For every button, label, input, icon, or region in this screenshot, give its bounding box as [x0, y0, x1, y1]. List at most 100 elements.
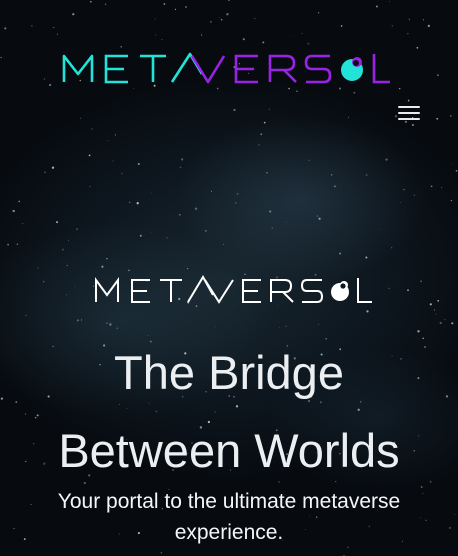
star: [394, 115, 398, 118]
star: [417, 330, 420, 333]
star: [348, 116, 350, 118]
star: [211, 190, 212, 192]
star: [450, 115, 452, 117]
star: [333, 185, 336, 188]
star: [340, 25, 343, 27]
hero-title-line2: Between Worlds: [58, 424, 400, 477]
star: [437, 299, 440, 302]
star: [402, 189, 404, 191]
star: [285, 325, 287, 327]
star: [353, 91, 356, 94]
star: [258, 144, 260, 146]
star: [268, 108, 270, 110]
star: [161, 38, 163, 40]
star: [307, 42, 310, 45]
star: [179, 166, 182, 169]
star: [439, 321, 442, 325]
star: [365, 256, 368, 259]
star: [61, 248, 64, 251]
star: [160, 552, 163, 554]
star: [407, 99, 410, 102]
star: [43, 78, 46, 80]
star: [150, 231, 152, 233]
star: [441, 187, 443, 189]
star: [101, 265, 104, 268]
star: [436, 117, 439, 120]
star: [133, 88, 135, 89]
star: [55, 221, 59, 224]
star: [223, 243, 225, 245]
star: [12, 209, 15, 213]
star: [166, 237, 168, 239]
logo-letter-l: [372, 54, 390, 84]
star: [185, 6, 187, 8]
star: [109, 323, 112, 326]
logo-letter-m: [62, 54, 94, 82]
logo-letter-t: [140, 54, 166, 82]
star: [163, 3, 166, 5]
star: [219, 17, 221, 19]
star: [194, 207, 198, 210]
star: [210, 21, 212, 23]
hero-logo: [95, 275, 372, 304]
star: [76, 228, 79, 231]
logo-letter-v: [190, 55, 226, 84]
star: [366, 310, 369, 313]
hero-title-line1: The Bridge: [114, 346, 344, 399]
star: [0, 56, 2, 59]
header-logo[interactable]: [62, 50, 392, 86]
hero-page: The Bridge Between Worlds Your portal to…: [0, 0, 458, 556]
star: [116, 327, 119, 329]
hero-title: The Bridge Between Worlds: [0, 334, 458, 490]
logo-letter-r: [268, 54, 297, 83]
star: [4, 27, 7, 30]
star: [120, 46, 122, 48]
star: [51, 166, 55, 169]
star: [317, 12, 320, 14]
star: [316, 215, 319, 217]
star: [433, 309, 435, 311]
hero-subtitle: Your portal to the ultimate metaverse ex…: [0, 486, 458, 548]
star: [450, 199, 453, 202]
star: [262, 41, 265, 44]
star: [341, 185, 343, 187]
star: [330, 174, 333, 176]
star: [18, 200, 20, 203]
star: [121, 172, 123, 175]
star: [66, 294, 67, 296]
star: [444, 318, 446, 320]
star: [22, 223, 24, 224]
star: [56, 33, 59, 35]
star: [81, 319, 82, 321]
star: [49, 83, 52, 87]
star: [260, 133, 263, 136]
star: [37, 267, 39, 269]
star: [391, 25, 393, 27]
star: [88, 154, 91, 157]
star: [76, 319, 79, 322]
star: [89, 185, 91, 187]
star: [339, 252, 342, 255]
star: [263, 121, 266, 124]
star: [236, 193, 239, 195]
star: [365, 174, 368, 176]
star: [7, 243, 9, 246]
star: [106, 322, 108, 324]
logo-letter-e: [104, 54, 128, 84]
star: [155, 34, 157, 36]
star: [91, 128, 93, 130]
star: [74, 286, 76, 287]
star: [178, 213, 181, 216]
star: [288, 87, 290, 90]
star: [388, 287, 390, 290]
star: [339, 87, 341, 90]
star: [375, 5, 378, 8]
logo-letter-a: [170, 52, 204, 83]
hamburger-menu-icon[interactable]: [398, 104, 420, 122]
star: [378, 229, 380, 230]
star: [214, 326, 216, 328]
star: [407, 289, 409, 292]
star: [25, 314, 27, 316]
star: [112, 160, 114, 162]
star: [216, 87, 219, 90]
